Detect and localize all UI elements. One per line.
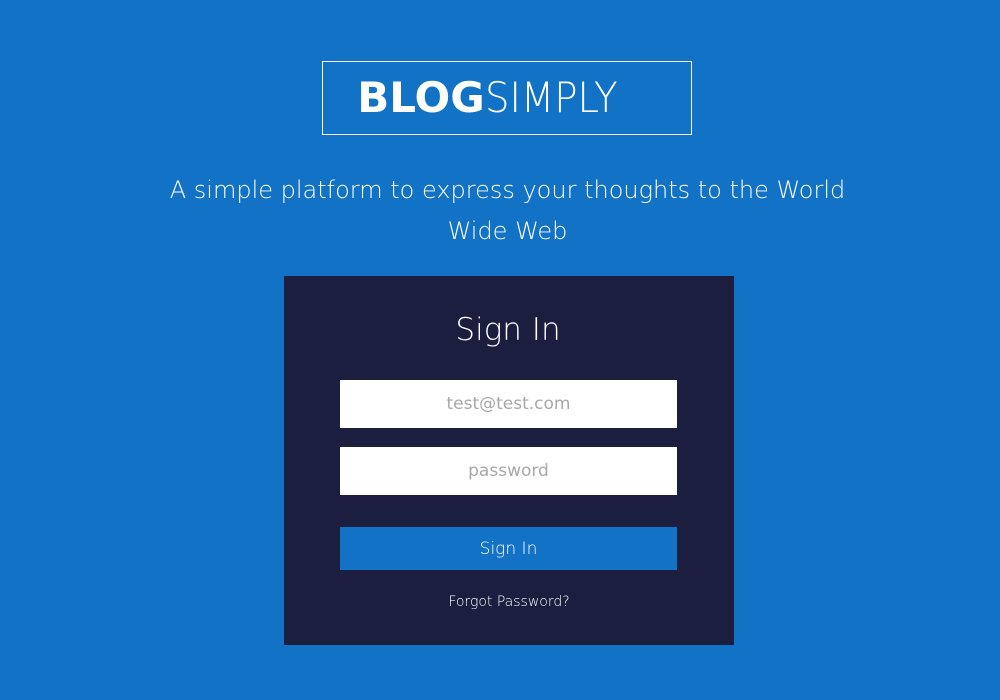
forgot-password-link[interactable]: Forgot Password? [284,592,734,612]
signin-title: Sign In [455,312,561,348]
tagline: A simple platform to express your though… [169,176,846,245]
brand-logo-light: SIMPLY [484,73,618,122]
brand-logo: BLOG SIMPLY [322,61,692,135]
email-field[interactable] [340,380,677,428]
signin-button[interactable]: Sign In [340,527,677,570]
brand-logo-bold: BLOG [357,73,485,122]
password-field[interactable] [340,447,677,495]
